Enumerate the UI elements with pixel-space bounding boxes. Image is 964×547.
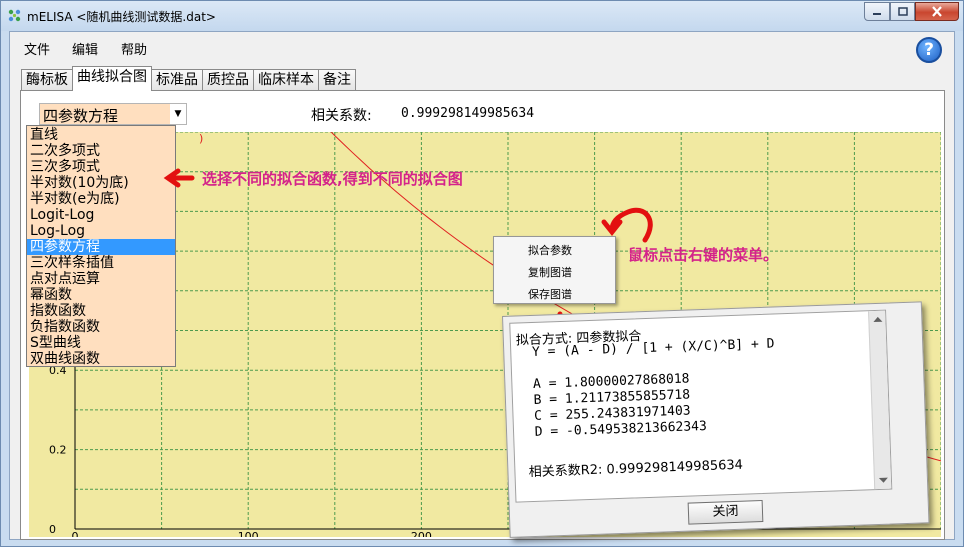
correlation-value: 0.999298149985634 <box>401 106 535 121</box>
scroll-up-icon[interactable] <box>870 313 885 326</box>
minimize-icon <box>873 12 881 15</box>
tab-curve-fit[interactable]: 曲线拟合图 <box>72 66 152 91</box>
maximize-icon <box>897 7 908 16</box>
fit-method-option[interactable]: S型曲线 <box>27 335 175 351</box>
correlation-label: 相关系数: <box>311 108 372 124</box>
fit-method-option[interactable]: 点对点运算 <box>27 271 175 287</box>
tab-controls[interactable]: 质控品 <box>202 69 254 91</box>
menu-help[interactable]: 帮助 <box>121 39 147 58</box>
fit-method-option[interactable]: 直线 <box>27 127 175 143</box>
fit-params-textbox[interactable]: 拟合方式: 四参数拟合 Y = (A - D) / [1 + (X/C)^B] … <box>509 309 893 503</box>
fit-method-select[interactable]: 四参数方程 ▼ <box>39 103 187 125</box>
y-tick-label: 0 <box>49 523 56 536</box>
chart-context-menu: 拟合参数 复制图谱 保存图谱 <box>493 236 616 304</box>
maximize-button[interactable] <box>890 2 915 21</box>
x-tick-label: 200 <box>411 530 432 537</box>
fit-method-option[interactable]: 双曲线函数 <box>27 351 175 367</box>
fit-method-option[interactable]: 负指数函数 <box>27 319 175 335</box>
chevron-down-icon[interactable]: ▼ <box>170 104 186 124</box>
context-menu-copy-chart[interactable]: 复制图谱 <box>528 264 572 280</box>
fit-method-dropdown-list[interactable]: 直线 二次多项式 三次多项式 半对数(10为底) 半对数(e为底) Logit-Log Lo… <box>26 125 176 367</box>
close-window-button[interactable] <box>915 2 959 21</box>
context-menu-save-chart[interactable]: 保存图谱 <box>528 286 572 302</box>
chart-label-fragment: ) <box>199 132 203 145</box>
app-logo-icon <box>8 9 21 22</box>
fit-method-option[interactable]: 三次多项式 <box>27 159 175 175</box>
menu-annotation: 鼠标点击右键的菜单。 <box>628 246 779 264</box>
tab-standards[interactable]: 标准品 <box>151 69 203 91</box>
close-dialog-button[interactable]: 关闭 <box>687 500 764 525</box>
fit-method-option[interactable]: 幂函数 <box>27 287 175 303</box>
scrollbar[interactable] <box>868 310 892 490</box>
r2-line: 相关系数R2: 0.999298149985634 <box>520 457 744 481</box>
x-tick-label: 0 <box>72 530 79 537</box>
fit-params-dialog: 拟合方式: 四参数拟合 Y = (A - D) / [1 + (X/C)^B] … <box>502 301 930 538</box>
minimize-button[interactable] <box>864 2 890 21</box>
window-title: mELISA <随机曲线测试数据.dat> <box>27 10 216 24</box>
menu-bar: 文件 编辑 帮助 ? <box>10 32 954 63</box>
fit-method-option[interactable]: 半对数(10为底) <box>27 175 175 191</box>
fit-method-option[interactable]: Log-Log <box>27 223 175 239</box>
fit-method-option[interactable]: 四参数方程 <box>27 239 175 255</box>
fit-method-option[interactable]: 二次多项式 <box>27 143 175 159</box>
tab-notes[interactable]: 备注 <box>318 69 356 91</box>
tab-strip: 酶标板 曲线拟合图 标准品 质控品 临床样本 备注 <box>21 66 356 91</box>
fit-method-option[interactable]: 半对数(e为底) <box>27 191 175 207</box>
tab-clinical-samples[interactable]: 临床样本 <box>253 69 319 91</box>
x-tick-label: 100 <box>238 530 259 537</box>
title-bar[interactable]: mELISA <随机曲线测试数据.dat> <box>1 1 963 31</box>
tab-plate[interactable]: 酶标板 <box>21 69 73 91</box>
menu-edit[interactable]: 编辑 <box>72 39 98 58</box>
fit-method-value: 四参数方程 <box>43 107 119 125</box>
dropdown-annotation: 选择不同的拟合函数,得到不同的拟合图 <box>202 170 463 188</box>
scroll-down-icon[interactable] <box>876 475 891 488</box>
fit-method-option[interactable]: 三次样条插值 <box>27 255 175 271</box>
menu-file[interactable]: 文件 <box>24 39 50 58</box>
help-icon[interactable]: ? <box>916 37 942 63</box>
context-menu-fit-params[interactable]: 拟合参数 <box>528 242 572 258</box>
fit-method-option[interactable]: 指数函数 <box>27 303 175 319</box>
y-tick-label: 0.2 <box>49 444 67 457</box>
close-icon <box>932 6 942 17</box>
fit-method-option[interactable]: Logit-Log <box>27 207 175 223</box>
